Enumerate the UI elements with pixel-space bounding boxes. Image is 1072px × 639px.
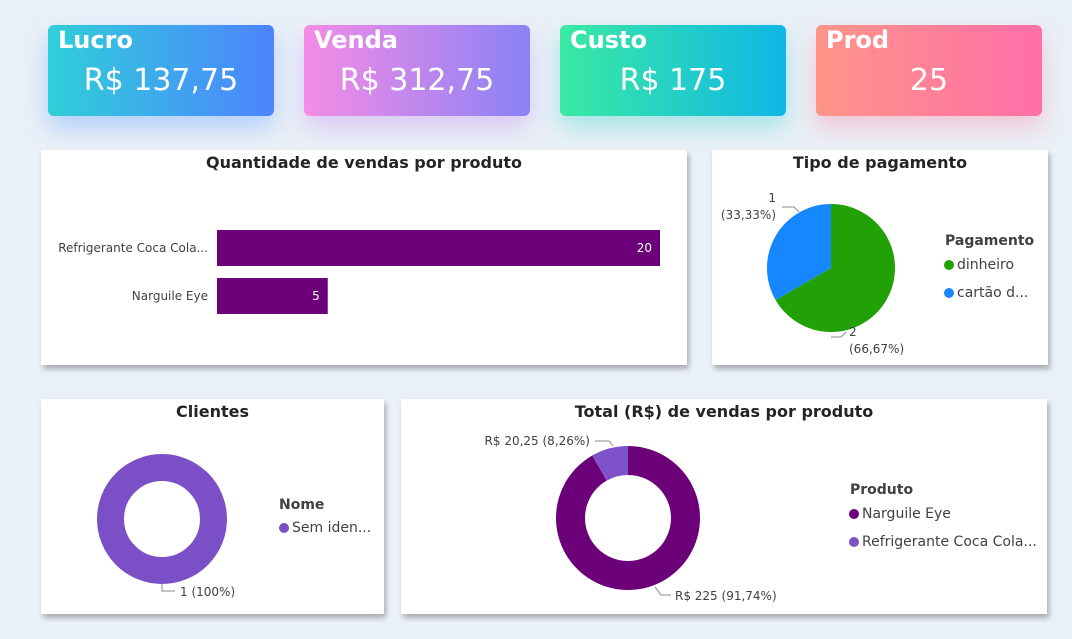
- legend-item-sem-identificacao[interactable]: Sem iden...: [279, 520, 371, 536]
- legend-label: Narguile Eye: [862, 506, 951, 522]
- quantity-bar-chart-panel[interactable]: Quantidade de vendas por produto Refrige…: [41, 150, 687, 365]
- clients-donut-chart-panel[interactable]: Clientes 1 (100%) Nome Sem iden...: [41, 399, 384, 614]
- data-label: (66,67%): [849, 342, 904, 356]
- leader-line: [595, 440, 614, 447]
- total-sales-donut-chart-panel[interactable]: Total (R$) de vendas por produto R$ 225 …: [401, 399, 1047, 614]
- leader-line: [161, 584, 175, 592]
- data-label: R$ 20,25 (8,26%): [485, 434, 590, 448]
- legend-label: Refrigerante Coca Cola...: [862, 534, 1037, 550]
- kpi-label: Custo: [570, 26, 647, 54]
- kpi-card-prod: Prod 25: [816, 25, 1042, 116]
- kpi-value: R$ 137,75: [83, 63, 239, 98]
- legend-title: Produto: [850, 482, 914, 498]
- kpi-card-custo: Custo R$ 175: [560, 25, 786, 116]
- legend-item-cartao[interactable]: cartão d...: [944, 285, 1028, 301]
- legend-marker: [279, 523, 289, 533]
- kpi-value: R$ 175: [619, 63, 727, 98]
- donut-chart-svg: 1 (100%): [97, 454, 235, 599]
- legend-marker: [944, 288, 954, 298]
- bar: [217, 230, 660, 266]
- data-label: 1 (100%): [180, 585, 235, 599]
- legend-marker: [849, 509, 859, 519]
- legend-title: Pagamento: [945, 233, 1035, 249]
- data-label: 5: [312, 289, 320, 303]
- legend-marker: [849, 537, 859, 547]
- kpi-label: Venda: [314, 26, 398, 54]
- kpi-value: R$ 312,75: [339, 63, 495, 98]
- data-label: 1: [768, 191, 776, 205]
- category-label: Refrigerante Coca Cola...: [58, 241, 208, 255]
- data-label: 20: [637, 241, 652, 255]
- data-label: (33,33%): [721, 208, 776, 222]
- kpi-card-venda: Venda R$ 312,75: [304, 25, 530, 116]
- data-label: R$ 225 (91,74%): [675, 589, 777, 603]
- legend-item-narguile[interactable]: Narguile Eye: [849, 506, 951, 522]
- legend-label: cartão d...: [957, 285, 1029, 301]
- leader-line: [831, 331, 847, 338]
- leader-line: [654, 586, 671, 596]
- kpi-label: Lucro: [58, 26, 133, 54]
- legend-item-dinheiro[interactable]: dinheiro: [944, 257, 1014, 273]
- data-label: 2: [849, 325, 857, 339]
- donut-slice: [97, 454, 227, 584]
- kpi-value: 25: [909, 63, 949, 98]
- legend-item-refrigerante[interactable]: Refrigerante Coca Cola...: [849, 534, 1037, 550]
- bar-chart-svg: Refrigerante Coca Cola... 20 Narguile Eye 5: [58, 230, 660, 314]
- legend-label: Sem iden...: [292, 520, 372, 536]
- legend-marker: [944, 260, 954, 270]
- leader-line: [782, 206, 800, 213]
- category-label: Narguile Eye: [132, 289, 208, 303]
- kpi-card-lucro: Lucro R$ 137,75: [48, 25, 274, 116]
- legend-title: Nome: [279, 497, 325, 513]
- kpi-label: Prod: [826, 26, 890, 54]
- payment-pie-chart-panel[interactable]: Tipo de pagamento 2 (66,67%) 1 (33,33%) Pag…: [712, 150, 1048, 365]
- legend-label: dinheiro: [957, 257, 1015, 273]
